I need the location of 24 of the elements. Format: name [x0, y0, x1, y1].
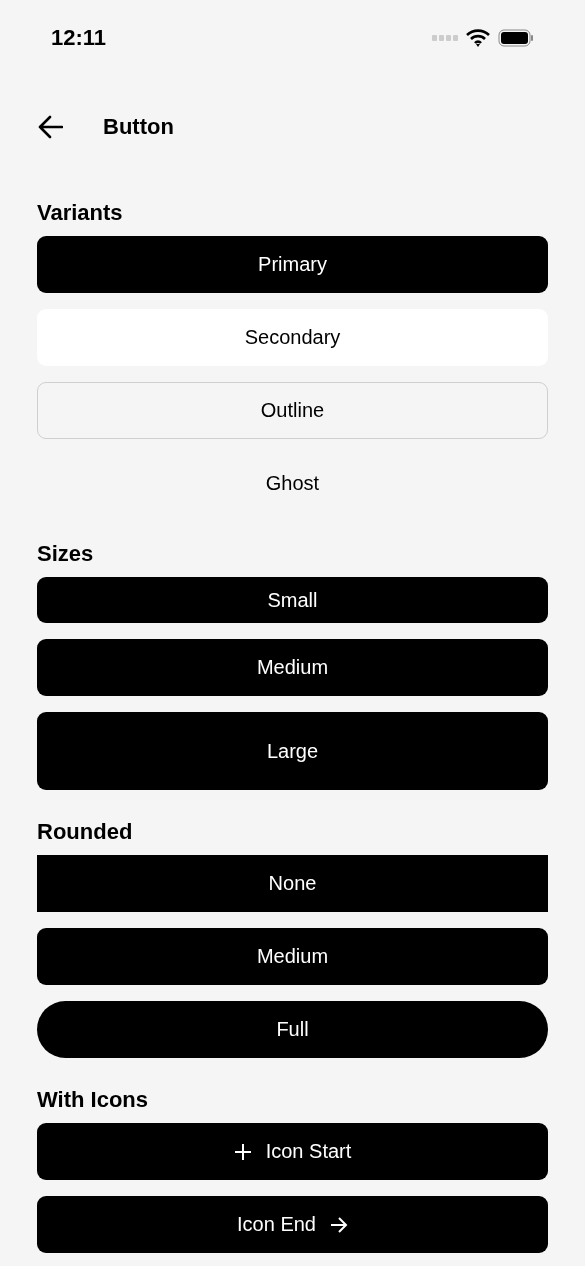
status-time: 12:11 — [51, 25, 107, 51]
demo-button[interactable]: Small — [37, 577, 548, 623]
wifi-icon — [466, 29, 490, 47]
demo-button[interactable]: Large — [37, 712, 548, 790]
section-title: Sizes — [37, 541, 95, 567]
demo-button[interactable]: Ghost — [37, 455, 548, 512]
section-title: With Icons — [37, 1087, 150, 1113]
demo-button[interactable]: Full — [37, 1001, 548, 1058]
demo-button[interactable]: Medium — [37, 928, 548, 985]
section-title: Rounded — [37, 819, 134, 845]
back-arrow-icon[interactable] — [37, 115, 63, 139]
demo-button[interactable]: Icon Start — [37, 1123, 548, 1180]
demo-button[interactable]: Medium — [37, 639, 548, 696]
section-title: Variants — [37, 200, 124, 226]
battery-icon — [498, 29, 534, 47]
signal-icon — [432, 35, 458, 41]
arrow-right-icon — [329, 1215, 348, 1234]
demo-button[interactable]: Outline — [37, 382, 548, 439]
demo-button[interactable]: Icon End — [37, 1196, 548, 1253]
demo-button[interactable]: None — [37, 855, 548, 912]
demo-button[interactable]: Secondary — [37, 309, 548, 366]
page-title: Button — [103, 114, 174, 140]
plus-icon — [233, 1142, 252, 1161]
demo-button[interactable]: Primary — [37, 236, 548, 293]
